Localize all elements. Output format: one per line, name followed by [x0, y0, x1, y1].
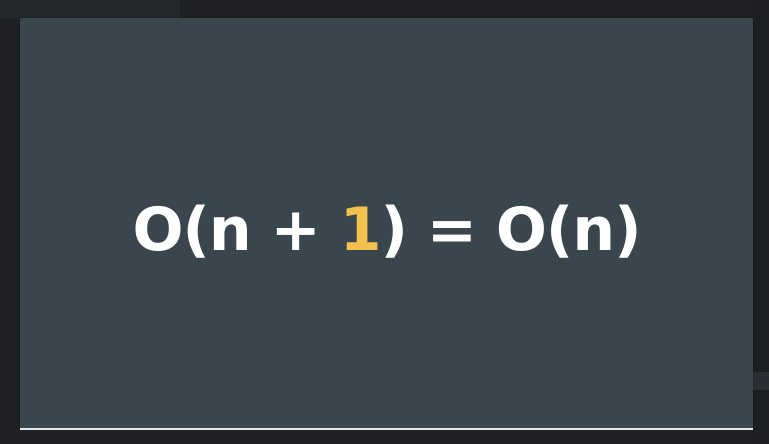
formula-suffix: ) = O(n) [380, 194, 641, 265]
right-side-marker [753, 372, 769, 390]
big-o-formula: O(n + 1) = O(n) [132, 194, 642, 265]
slide-bottom-divider [20, 428, 753, 430]
formula-prefix: O(n + [132, 194, 340, 265]
top-left-chrome [0, 0, 180, 18]
formula-highlight-constant: 1 [339, 194, 382, 265]
presentation-slide: O(n + 1) = O(n) [20, 18, 753, 429]
screen: O(n + 1) = O(n) [0, 0, 769, 444]
